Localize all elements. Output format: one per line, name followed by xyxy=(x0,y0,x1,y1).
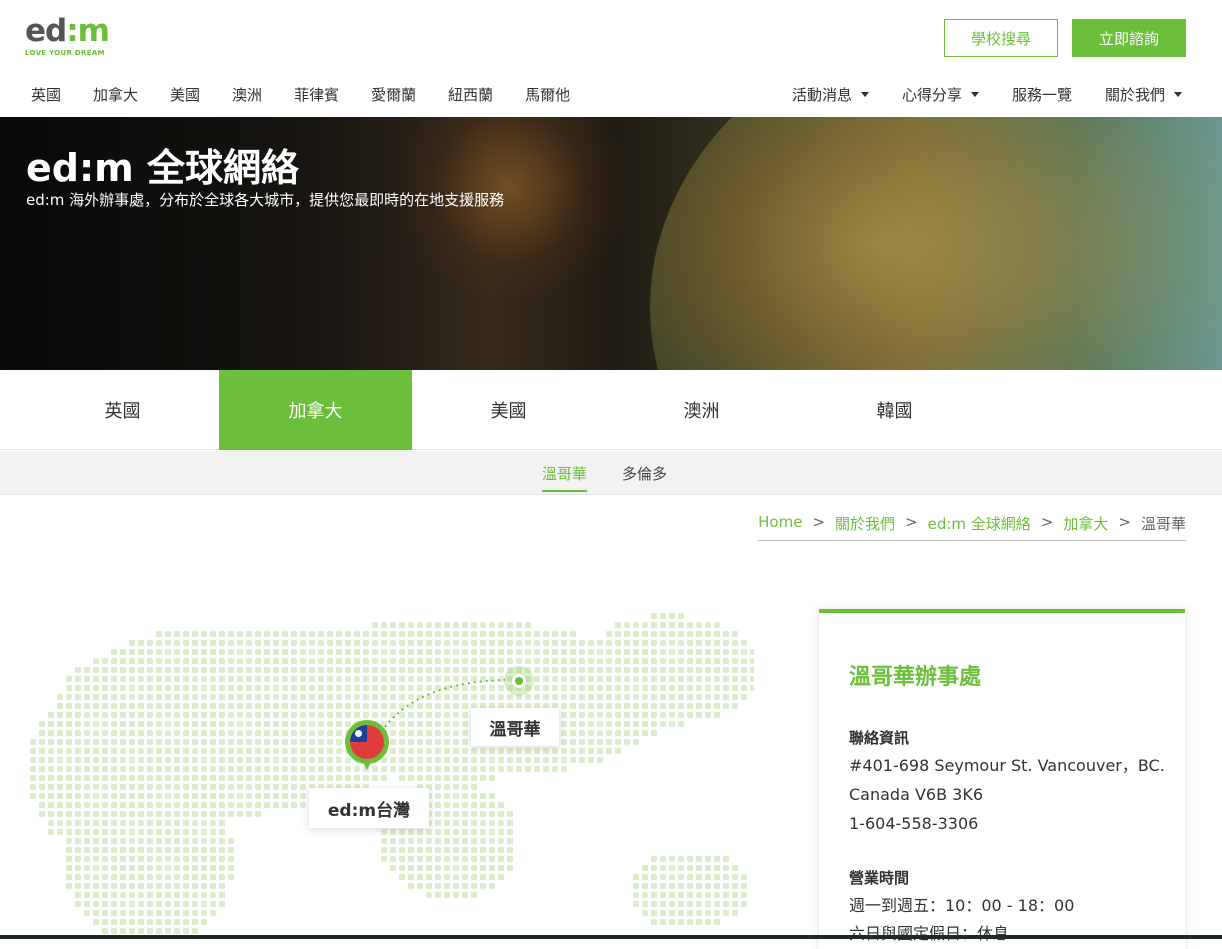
office-address-line2: Canada V6B 3K6 xyxy=(849,785,984,804)
breadcrumb-separator: > xyxy=(812,513,826,531)
nav-item-uk[interactable]: 英國 xyxy=(31,84,61,105)
breadcrumb-separator: > xyxy=(1040,513,1054,531)
nav-item-canada[interactable]: 加拿大 xyxy=(93,84,138,105)
nav-item-events[interactable]: 活動消息 xyxy=(792,84,869,105)
country-nav: 英國 加拿大 美國 澳洲 菲律賓 愛爾蘭 紐西蘭 馬爾他 xyxy=(31,84,602,105)
city-tabs: 溫哥華 多倫多 xyxy=(0,451,1222,495)
tab-vancouver[interactable]: 溫哥華 xyxy=(542,463,588,492)
breadcrumb-canada[interactable]: 加拿大 xyxy=(1063,513,1108,534)
vancouver-map-marker[interactable] xyxy=(504,666,534,696)
tab-canada[interactable]: 加拿大 xyxy=(219,370,412,450)
nav-item-malta[interactable]: 馬爾他 xyxy=(525,84,570,105)
page-subtitle: ed:m 海外辦事處，分布於全球各大城市，提供您最即時的在地支援服務 xyxy=(26,191,505,209)
contact-heading: 聯絡資訊 xyxy=(849,729,910,747)
breadcrumb-about[interactable]: 關於我們 xyxy=(835,513,895,534)
chevron-down-icon xyxy=(1174,92,1182,97)
chevron-down-icon xyxy=(970,92,979,97)
logo-tagline: LOVE YOUR DREAM xyxy=(25,49,105,57)
school-search-button[interactable]: 學校搜尋 xyxy=(944,19,1058,57)
map-label-taiwan: ed:m台灣 xyxy=(309,788,429,828)
logo-wordmark: ed:m xyxy=(25,13,110,49)
nav-item-philippines[interactable]: 菲律賓 xyxy=(294,84,339,105)
tab-usa[interactable]: 美國 xyxy=(412,370,605,450)
breadcrumb-global-network[interactable]: ed:m 全球網絡 xyxy=(928,513,1031,534)
nav-item-new-zealand[interactable]: 紐西蘭 xyxy=(448,84,493,105)
nav-item-services-label: 服務一覽 xyxy=(1011,86,1072,104)
map-label-vancouver: 溫哥華 xyxy=(471,708,559,746)
tab-korea[interactable]: 韓國 xyxy=(798,370,991,450)
office-info-card: 溫哥華辦事處 聯絡資訊 #401-698 Seymour St. Vancouv… xyxy=(819,609,1185,949)
office-address-line1: #401-698 Seymour St. Vancouver，BC. xyxy=(849,756,1165,775)
breadcrumb-home[interactable]: Home xyxy=(758,513,802,534)
chevron-down-icon xyxy=(860,92,869,97)
consult-now-button[interactable]: 立即諮詢 xyxy=(1072,19,1186,57)
nav-item-about-label: 關於我們 xyxy=(1104,86,1165,104)
main-nav: 活動消息 心得分享 服務一覽 關於我們 xyxy=(759,84,1182,105)
nav-item-events-label: 活動消息 xyxy=(791,86,852,104)
taiwan-flag-icon xyxy=(350,725,384,759)
hours-heading: 營業時間 xyxy=(849,869,910,887)
nav-item-australia[interactable]: 澳洲 xyxy=(232,84,262,105)
breadcrumb-separator: > xyxy=(905,513,918,531)
breadcrumb-separator: > xyxy=(1118,513,1131,531)
office-phone[interactable]: 1-604-558-3306 xyxy=(849,809,978,838)
tab-toronto[interactable]: 多倫多 xyxy=(622,463,667,484)
page-title: ed:m 全球網絡 xyxy=(26,146,299,190)
country-tabs: 英國 加拿大 美國 澳洲 韓國 xyxy=(0,370,1222,450)
nav-item-ireland[interactable]: 愛爾蘭 xyxy=(371,84,416,105)
bottom-edge xyxy=(0,935,1222,939)
nav-item-services[interactable]: 服務一覽 xyxy=(1012,84,1072,105)
nav-item-about[interactable]: 關於我們 xyxy=(1105,84,1182,105)
nav-item-usa[interactable]: 美國 xyxy=(170,84,200,105)
nav-item-experiences[interactable]: 心得分享 xyxy=(902,84,979,105)
tab-australia[interactable]: 澳洲 xyxy=(605,370,798,450)
breadcrumb: Home > 關於我們 > ed:m 全球網絡 > 加拿大 > 溫哥華 xyxy=(758,513,1186,541)
hero-banner: ed:m 全球網絡 ed:m 海外辦事處，分布於全球各大城市，提供您最即時的在地… xyxy=(0,117,1222,370)
site-logo[interactable]: ed:m LOVE YOUR DREAM xyxy=(25,13,110,57)
site-header: ed:m LOVE YOUR DREAM 學校搜尋 立即諮詢 英國 加拿大 美國… xyxy=(0,0,1222,117)
tab-uk[interactable]: 英國 xyxy=(26,370,219,450)
hours-weekday: 週一到週五：10：00 - 18：00 xyxy=(849,896,1075,915)
breadcrumb-current: 溫哥華 xyxy=(1140,515,1186,533)
taiwan-map-marker[interactable] xyxy=(345,720,389,770)
world-dot-map xyxy=(30,613,754,939)
hours-weekend: 六日與國定假日：休息 xyxy=(849,924,1010,943)
nav-item-experiences-label: 心得分享 xyxy=(901,86,962,104)
office-title: 溫哥華辦事處 xyxy=(849,665,982,690)
